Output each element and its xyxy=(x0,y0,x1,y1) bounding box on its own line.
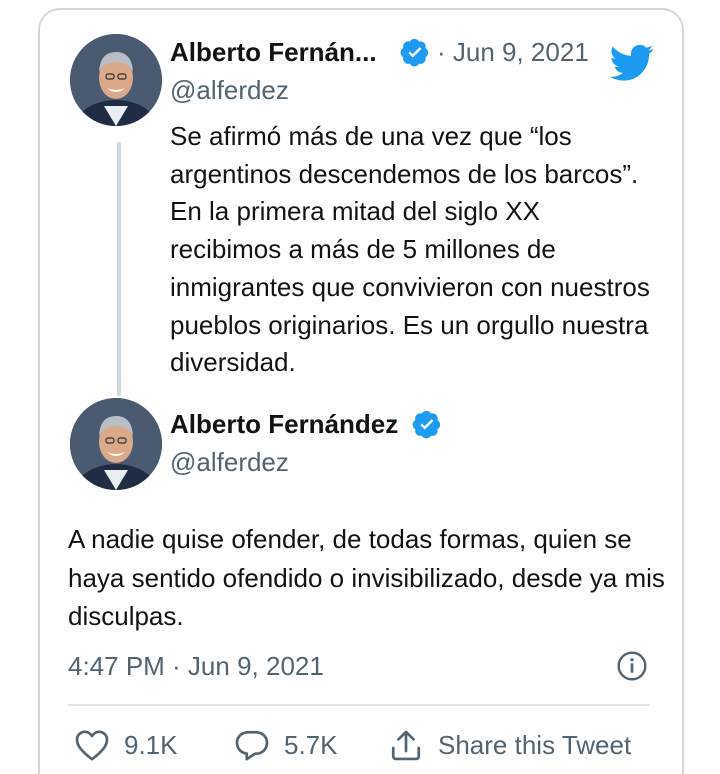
parent-author-name[interactable]: Alberto Fernán... xyxy=(170,36,377,68)
tweet-timestamp[interactable]: 4:47 PM · Jun 9, 2021 xyxy=(68,650,324,682)
heart-icon xyxy=(75,730,109,761)
reply-count: 5.7K xyxy=(284,729,338,760)
parent-tweet-date[interactable]: · Jun 9, 2021 xyxy=(437,36,589,68)
info-icon[interactable] xyxy=(616,650,648,682)
like-count: 9.1K xyxy=(124,729,178,760)
actions-divider xyxy=(68,704,650,706)
thread-connector-line xyxy=(117,142,121,396)
verified-badge-icon xyxy=(400,38,429,67)
like-button[interactable]: 9.1K xyxy=(74,728,178,762)
share-label: Share this Tweet xyxy=(438,729,632,760)
tweet-embed-card: Alberto Fernán... · Jun 9, 2021 @alferde… xyxy=(38,8,684,774)
share-button[interactable]: Share this Tweet xyxy=(388,728,631,762)
twitter-logo-icon[interactable] xyxy=(610,44,654,82)
main-tweet-text: A nadie quise ofender, de todas formas, … xyxy=(68,524,665,631)
main-avatar[interactable] xyxy=(70,398,162,490)
parent-avatar[interactable] xyxy=(70,34,162,126)
parent-tweet-text: Se afirmó más de una vez que “los argent… xyxy=(170,121,650,378)
main-handle[interactable]: @alferdez xyxy=(170,446,289,478)
main-author-name[interactable]: Alberto Fernández xyxy=(170,408,398,440)
parent-handle[interactable]: @alferdez xyxy=(170,74,289,106)
verified-badge-icon xyxy=(412,410,441,439)
reply-button[interactable]: 5.7K xyxy=(234,728,338,762)
reply-bubble-icon xyxy=(235,730,269,761)
share-icon xyxy=(391,730,421,761)
